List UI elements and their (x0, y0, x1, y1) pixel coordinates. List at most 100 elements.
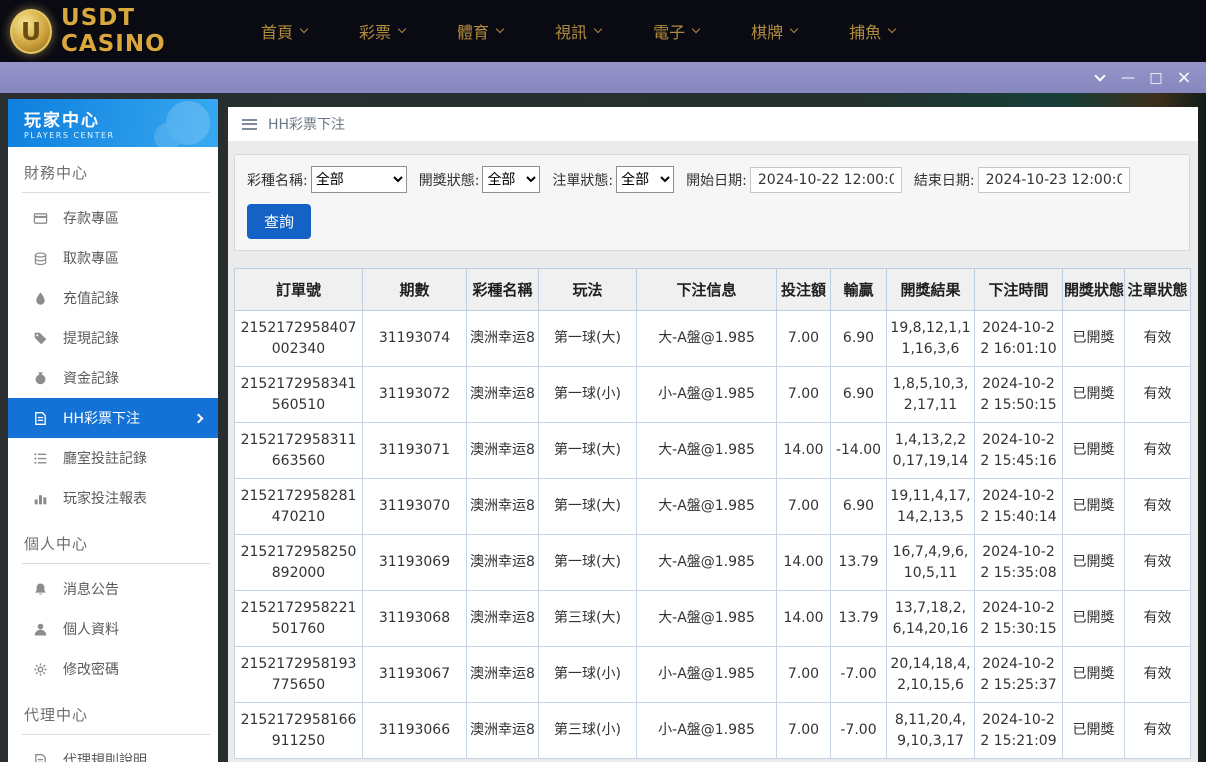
cell-win_loss: -7.00 (831, 647, 887, 703)
cell-time: 2024-10-22 15:50:15 (975, 367, 1063, 423)
table-row: 215217295828147021031193070澳洲幸运8第一球(大)大-… (235, 479, 1191, 535)
cell-order: 2152172958221501760 (235, 591, 363, 647)
sidebar-item[interactable]: 玩家投注報表 (8, 478, 218, 518)
cell-bet_info: 大-A盤@1.985 (637, 591, 777, 647)
funds-record-icon (32, 370, 49, 387)
search-button[interactable]: 查詢 (247, 204, 311, 239)
cell-lottery: 澳洲幸运8 (467, 703, 539, 759)
top-nav-item[interactable]: 視訊 (555, 19, 601, 43)
cell-order: 2152172958250892000 (235, 535, 363, 591)
cell-period: 31193070 (363, 479, 467, 535)
sidebar-item-label: 提現記錄 (63, 328, 119, 348)
sidebar-section: 個人中心消息公告個人資料修改密碼 (8, 518, 218, 689)
sidebar-item-label: 廳室投註記錄 (63, 448, 147, 468)
sidebar-item-label: 存款專區 (63, 208, 119, 228)
document-icon (32, 752, 49, 762)
cell-amount: 7.00 (777, 703, 831, 759)
table-row: 215217295825089200031193069澳洲幸运8第一球(大)大-… (235, 535, 1191, 591)
cell-bet_status: 有效 (1125, 423, 1191, 479)
sidebar-item[interactable]: 消息公告 (8, 569, 218, 609)
top-nav-item[interactable]: 電子 (653, 19, 699, 43)
start-date-input[interactable] (750, 167, 902, 193)
filter-panel: 彩種名稱: 全部 開獎狀態: 全部 注單狀態: 全部 開始日期: 結束日期: 查… (234, 154, 1190, 251)
cell-time: 2024-10-22 16:01:10 (975, 311, 1063, 367)
window-collapse-button[interactable] (1086, 62, 1114, 93)
end-date-input[interactable] (978, 167, 1130, 193)
sidebar-item[interactable]: 提現記錄 (8, 318, 218, 358)
cell-bet_info: 大-A盤@1.985 (637, 423, 777, 479)
sidebar-item[interactable]: 廳室投註記錄 (8, 438, 218, 478)
table-row: 215217295840700234031193074澳洲幸运8第一球(大)大-… (235, 311, 1191, 367)
cell-play: 第一球(大) (539, 535, 637, 591)
table-row: 215217295819377565031193067澳洲幸运8第一球(小)小-… (235, 647, 1191, 703)
chevron-right-icon (194, 413, 204, 423)
sidebar-item[interactable]: 取款專區 (8, 238, 218, 278)
cell-order: 2152172958311663560 (235, 423, 363, 479)
sidebar-item[interactable]: 存款專區 (8, 198, 218, 238)
column-header-win_loss: 輸贏 (831, 269, 887, 311)
cell-bet_info: 大-A盤@1.985 (637, 311, 777, 367)
cell-result: 1,8,5,10,3,2,17,11 (887, 367, 975, 423)
cell-period: 31193067 (363, 647, 467, 703)
cell-bet_status: 有效 (1125, 591, 1191, 647)
sidebar-item[interactable]: 代理規則說明 (8, 740, 218, 762)
cell-play: 第一球(大) (539, 423, 637, 479)
top-nav-item[interactable]: 體育 (457, 19, 503, 43)
chevron-down-icon (790, 25, 798, 33)
top-nav-item[interactable]: 棋牌 (751, 19, 797, 43)
sidebar-item[interactable]: 個人資料 (8, 609, 218, 649)
window-close-button[interactable]: × (1170, 62, 1198, 93)
cell-time: 2024-10-22 15:30:15 (975, 591, 1063, 647)
cell-bet_status: 有效 (1125, 647, 1191, 703)
top-nav-item[interactable]: 捕魚 (849, 19, 895, 43)
chevron-down-icon (692, 25, 700, 33)
cell-bet_status: 有效 (1125, 367, 1191, 423)
cell-lottery: 澳洲幸运8 (467, 591, 539, 647)
cell-draw_status: 已開獎 (1063, 311, 1125, 367)
sidebar-item[interactable]: 充值記錄 (8, 278, 218, 318)
sidebar-section-title: 代理中心 (22, 689, 210, 735)
cell-lottery: 澳洲幸运8 (467, 535, 539, 591)
end-date-label: 結束日期: (914, 170, 975, 190)
cell-time: 2024-10-22 15:45:16 (975, 423, 1063, 479)
sidebar-item-label: 代理規則說明 (63, 750, 147, 762)
window-maximize-button[interactable]: □ (1142, 62, 1170, 93)
top-nav-item[interactable]: 彩票 (359, 19, 405, 43)
top-nav-item-label: 電子 (653, 19, 685, 43)
cell-bet_info: 大-A盤@1.985 (637, 479, 777, 535)
main-nav: 首頁 彩票 體育 視訊 電子 棋牌 捕魚 (235, 19, 921, 43)
bell-icon (32, 581, 49, 598)
lottery-name-select[interactable]: 全部 (311, 166, 407, 193)
cell-amount: 14.00 (777, 423, 831, 479)
window-titlebar: — □ × (0, 62, 1206, 93)
cell-draw_status: 已開獎 (1063, 479, 1125, 535)
gear-icon (32, 661, 49, 678)
cell-period: 31193071 (363, 423, 467, 479)
top-nav-item[interactable]: 首頁 (261, 19, 307, 43)
top-nav-item-label: 體育 (457, 19, 489, 43)
draw-status-select[interactable]: 全部 (482, 166, 540, 193)
sidebar-item-label: HH彩票下注 (63, 408, 140, 428)
cell-win_loss: 6.90 (831, 367, 887, 423)
sidebar-item[interactable]: 資金記錄 (8, 358, 218, 398)
hamburger-icon[interactable] (242, 119, 257, 130)
sidebar-item[interactable]: 修改密碼 (8, 649, 218, 689)
cell-bet_info: 大-A盤@1.985 (637, 535, 777, 591)
cell-time: 2024-10-22 15:25:37 (975, 647, 1063, 703)
sidebar-item-label: 修改密碼 (63, 659, 119, 679)
sidebar-item[interactable]: HH彩票下注 (8, 398, 218, 438)
bet-status-label: 注單狀態: (552, 170, 613, 190)
cell-draw_status: 已開獎 (1063, 591, 1125, 647)
window-minimize-button[interactable]: — (1114, 62, 1142, 93)
cell-draw_status: 已開獎 (1063, 703, 1125, 759)
cell-amount: 7.00 (777, 479, 831, 535)
sidebar-item-label: 消息公告 (63, 579, 119, 599)
cell-play: 第一球(小) (539, 367, 637, 423)
cell-lottery: 澳洲幸运8 (467, 367, 539, 423)
cell-play: 第一球(大) (539, 479, 637, 535)
cell-time: 2024-10-22 15:21:09 (975, 703, 1063, 759)
cell-win_loss: 6.90 (831, 479, 887, 535)
column-header-order: 訂單號 (235, 269, 363, 311)
bet-status-select[interactable]: 全部 (616, 166, 674, 193)
cell-period: 31193069 (363, 535, 467, 591)
